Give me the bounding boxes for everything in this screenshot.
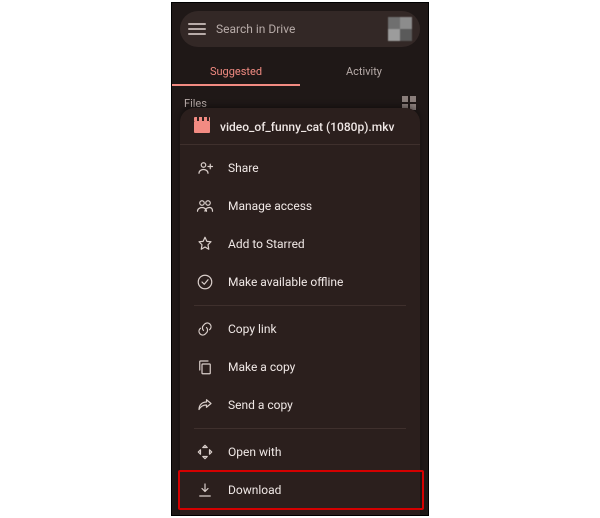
menu-copy-link-label: Copy link	[228, 322, 277, 336]
menu-download-label: Download	[228, 483, 281, 497]
search-bar[interactable]: Search in Drive	[180, 11, 420, 47]
menu-open-with-label: Open with	[228, 445, 281, 459]
menu-send-copy-label: Send a copy	[228, 398, 293, 412]
menu-icon[interactable]	[188, 23, 206, 35]
menu-add-starred-label: Add to Starred	[228, 237, 305, 251]
menu-make-copy-label: Make a copy	[228, 360, 295, 374]
sheet-menu: Share Manage access Add to Starred	[180, 145, 420, 515]
tabs: Suggested Activity	[172, 55, 428, 86]
link-icon	[196, 320, 214, 338]
separator	[194, 305, 406, 306]
account-avatar[interactable]	[388, 17, 412, 41]
separator	[194, 428, 406, 429]
sheet-file-name: video_of_funny_cat (1080p).mkv	[220, 120, 394, 134]
menu-rename[interactable]: Rename	[180, 509, 420, 515]
person-add-icon	[196, 159, 214, 177]
download-icon	[196, 481, 214, 499]
phone-frame: Search in Drive Suggested Activity Files…	[171, 2, 429, 516]
video-file-icon	[194, 121, 210, 133]
menu-available-offline[interactable]: Make available offline	[180, 263, 420, 301]
menu-manage-access-label: Manage access	[228, 199, 312, 213]
sheet-header: video_of_funny_cat (1080p).mkv	[180, 108, 420, 145]
menu-manage-access[interactable]: Manage access	[180, 187, 420, 225]
menu-download[interactable]: Download	[180, 471, 420, 509]
menu-share-label: Share	[228, 161, 259, 175]
menu-open-with[interactable]: Open with	[180, 433, 420, 471]
people-icon	[196, 197, 214, 215]
star-icon	[196, 235, 214, 253]
menu-available-offline-label: Make available offline	[228, 275, 343, 289]
tab-activity[interactable]: Activity	[300, 55, 428, 86]
menu-copy-link[interactable]: Copy link	[180, 310, 420, 348]
offline-icon	[196, 273, 214, 291]
menu-make-copy[interactable]: Make a copy	[180, 348, 420, 386]
search-placeholder: Search in Drive	[216, 22, 388, 36]
copy-icon	[196, 358, 214, 376]
open-with-icon	[196, 443, 214, 461]
menu-share[interactable]: Share	[180, 149, 420, 187]
menu-add-starred[interactable]: Add to Starred	[180, 225, 420, 263]
share-arrow-icon	[196, 396, 214, 414]
tab-suggested[interactable]: Suggested	[172, 55, 300, 86]
context-sheet: video_of_funny_cat (1080p).mkv Share Man…	[180, 108, 420, 515]
menu-send-copy[interactable]: Send a copy	[180, 386, 420, 424]
